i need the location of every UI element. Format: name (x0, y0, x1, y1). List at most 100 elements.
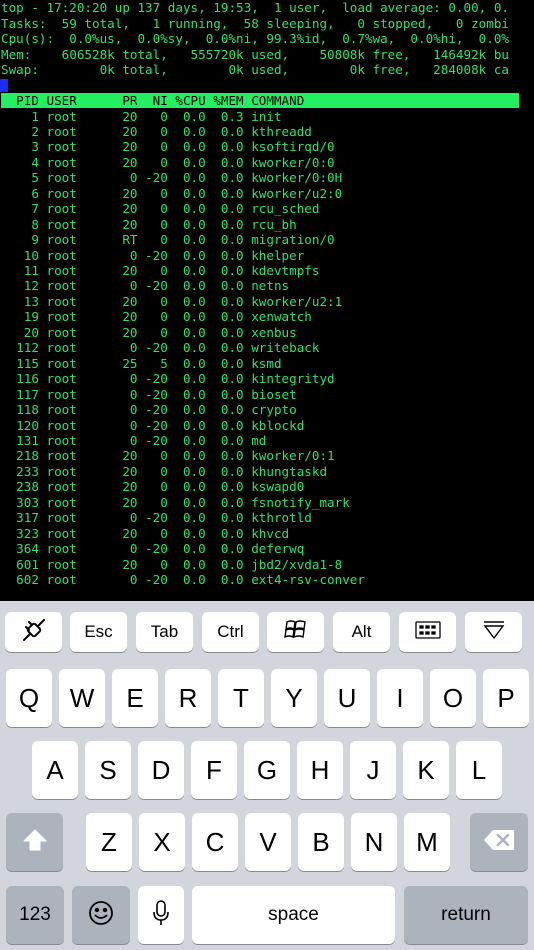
backspace-icon (483, 829, 515, 855)
key-f[interactable]: F (191, 741, 237, 799)
process-row: 303 root 20 0 0.0 0.0 fsnotify_mark (1, 494, 350, 510)
process-row: 602 root 0 -20 0.0 0.0 ext4-rsv-conver (1, 572, 365, 587)
key-y[interactable]: Y (271, 669, 317, 727)
key-j-label: J (366, 754, 380, 785)
key-b[interactable]: B (298, 813, 344, 871)
emoji-icon (88, 900, 114, 930)
key-k[interactable]: K (403, 741, 449, 799)
key-g[interactable]: G (244, 741, 290, 799)
process-row: 120 root 0 -20 0.0 0.0 kblockd (1, 417, 305, 433)
key-x[interactable]: X (139, 813, 185, 871)
hide-keyboard-icon (482, 620, 506, 644)
process-row: 238 root 20 0 0.0 0.0 kswapd0 (1, 479, 305, 495)
process-row: 4 root 20 0 0.0 0.0 kworker/0:0 (1, 154, 335, 170)
key-p-label: P (497, 682, 515, 713)
process-row: 233 root 20 0 0.0 0.0 khungtaskd (1, 463, 328, 479)
key-l[interactable]: L (456, 741, 502, 799)
key-a-label: A (46, 754, 64, 785)
key-i[interactable]: I (377, 669, 423, 727)
tab-key[interactable]: Tab (136, 612, 193, 652)
key-v[interactable]: V (245, 813, 291, 871)
space-key-label: space (268, 904, 319, 925)
key-e[interactable]: E (112, 669, 158, 727)
microphone-icon (152, 899, 170, 931)
key-h[interactable]: H (297, 741, 343, 799)
process-row: 131 root 0 -20 0.0 0.0 md (1, 432, 267, 448)
key-f-label: F (206, 754, 222, 785)
key-x-label: X (153, 826, 171, 857)
key-h-label: H (310, 754, 330, 785)
space-key[interactable]: space (192, 886, 395, 944)
process-row: 8 root 20 0 0.0 0.0 rcu_bh (1, 216, 297, 232)
key-z[interactable]: Z (86, 813, 132, 871)
process-row: 12 root 0 -20 0.0 0.0 netns (1, 278, 290, 294)
key-a[interactable]: A (32, 741, 78, 799)
windows-key[interactable] (267, 612, 324, 652)
esc-key[interactable]: Esc (70, 612, 127, 652)
terminal-screen[interactable]: top - 17:20:20 up 137 days, 19:53, 1 use… (0, 0, 534, 601)
shift-key[interactable] (6, 813, 63, 871)
key-m-label: M (416, 826, 438, 857)
process-row: 601 root 20 0 0.0 0.0 jbd2/xvda1-8 (1, 556, 343, 572)
key-z-label: Z (101, 826, 117, 857)
return-key[interactable]: return (404, 886, 528, 944)
ctrl-key[interactable]: Ctrl (202, 612, 259, 652)
ctrl-key-label: Ctrl (217, 622, 244, 641)
key-l-label: L (471, 754, 487, 785)
top-summary-mem: Mem: 606528k total, 555720k used, 50808k… (1, 46, 509, 62)
key-c[interactable]: C (192, 813, 238, 871)
process-row: 317 root 0 -20 0.0 0.0 kthrotld (1, 510, 312, 526)
alt-key-label: Alt (351, 622, 372, 641)
process-table-header: PID USER PR NI %CPU %MEM COMMAND (1, 93, 519, 108)
process-row: 19 root 20 0 0.0 0.0 xenwatch (1, 309, 312, 325)
key-o[interactable]: O (430, 669, 476, 727)
connect-button[interactable] (5, 612, 62, 652)
key-r[interactable]: R (165, 669, 211, 727)
process-row: 7 root 20 0 0.0 0.0 rcu_sched (1, 201, 320, 217)
top-summary-cpu: Cpu(s): 0.0%us, 0.0%sy, 0.0%ni, 99.3%id,… (1, 31, 509, 46)
key-n[interactable]: N (351, 813, 397, 871)
key-t[interactable]: T (218, 669, 264, 727)
keyboard-settings-key[interactable] (399, 612, 456, 652)
key-o-label: O (442, 682, 464, 713)
alt-key[interactable]: Alt (333, 612, 390, 652)
process-row: 9 root RT 0 0.0 0.0 migration/0 (1, 232, 335, 248)
process-row: 10 root 0 -20 0.0 0.0 khelper (1, 247, 305, 263)
process-row: 1 root 20 0 0.0 0.3 init (1, 108, 282, 124)
key-r-label: R (178, 682, 198, 713)
key-u-label: U (337, 682, 357, 713)
esc-key-label: Esc (84, 622, 113, 641)
hide-keyboard-key[interactable] (465, 612, 522, 652)
process-row: 116 root 0 -20 0.0 0.0 kintegrityd (1, 371, 335, 387)
emoji-key[interactable] (72, 886, 130, 944)
plug-icon (20, 616, 48, 648)
dictation-key[interactable] (138, 886, 184, 944)
numbers-key[interactable]: 123 (6, 886, 64, 944)
key-y-label: Y (285, 682, 303, 713)
key-m[interactable]: M (404, 813, 450, 871)
key-u[interactable]: U (324, 669, 370, 727)
key-p[interactable]: P (483, 669, 529, 727)
process-row: 112 root 0 -20 0.0 0.0 writeback (1, 340, 320, 356)
process-row: 117 root 0 -20 0.0 0.0 bioset (1, 386, 297, 402)
keyboard: Esc Tab Ctrl Alt QWERTY UIO P A S D F G H… (0, 601, 534, 950)
process-row: 11 root 20 0 0.0 0.0 kdevtmpfs (1, 263, 320, 278)
key-d[interactable]: D (138, 741, 184, 799)
key-w[interactable]: W (59, 669, 105, 727)
key-n-label: N (364, 826, 384, 857)
process-row: 6 root 20 0 0.0 0.0 kworker/u2:0 (1, 185, 343, 201)
key-s-label: S (99, 754, 117, 785)
process-row: 3 root 20 0 0.0 0.0 ksoftirqd/0 (1, 139, 335, 155)
key-j[interactable]: J (350, 741, 396, 799)
return-key-label: return (441, 904, 491, 925)
top-summary-swap: Swap: 0k total, 0k used, 0k free, 284008… (1, 62, 509, 77)
process-row: 115 root 25 5 0.0 0.0 ksmd (1, 355, 282, 371)
process-row: 218 root 20 0 0.0 0.0 kworker/0:1 (1, 448, 335, 464)
key-c-label: C (205, 826, 225, 857)
key-q-label: Q (18, 682, 40, 713)
delete-key[interactable] (470, 813, 528, 871)
key-q[interactable]: Q (6, 669, 52, 727)
top-summary-tasks: Tasks: 59 total, 1 running, 58 sleeping,… (1, 15, 509, 31)
key-s[interactable]: S (85, 741, 131, 799)
top-summary-uptime: top - 17:20:20 up 137 days, 19:53, 1 use… (1, 0, 509, 15)
